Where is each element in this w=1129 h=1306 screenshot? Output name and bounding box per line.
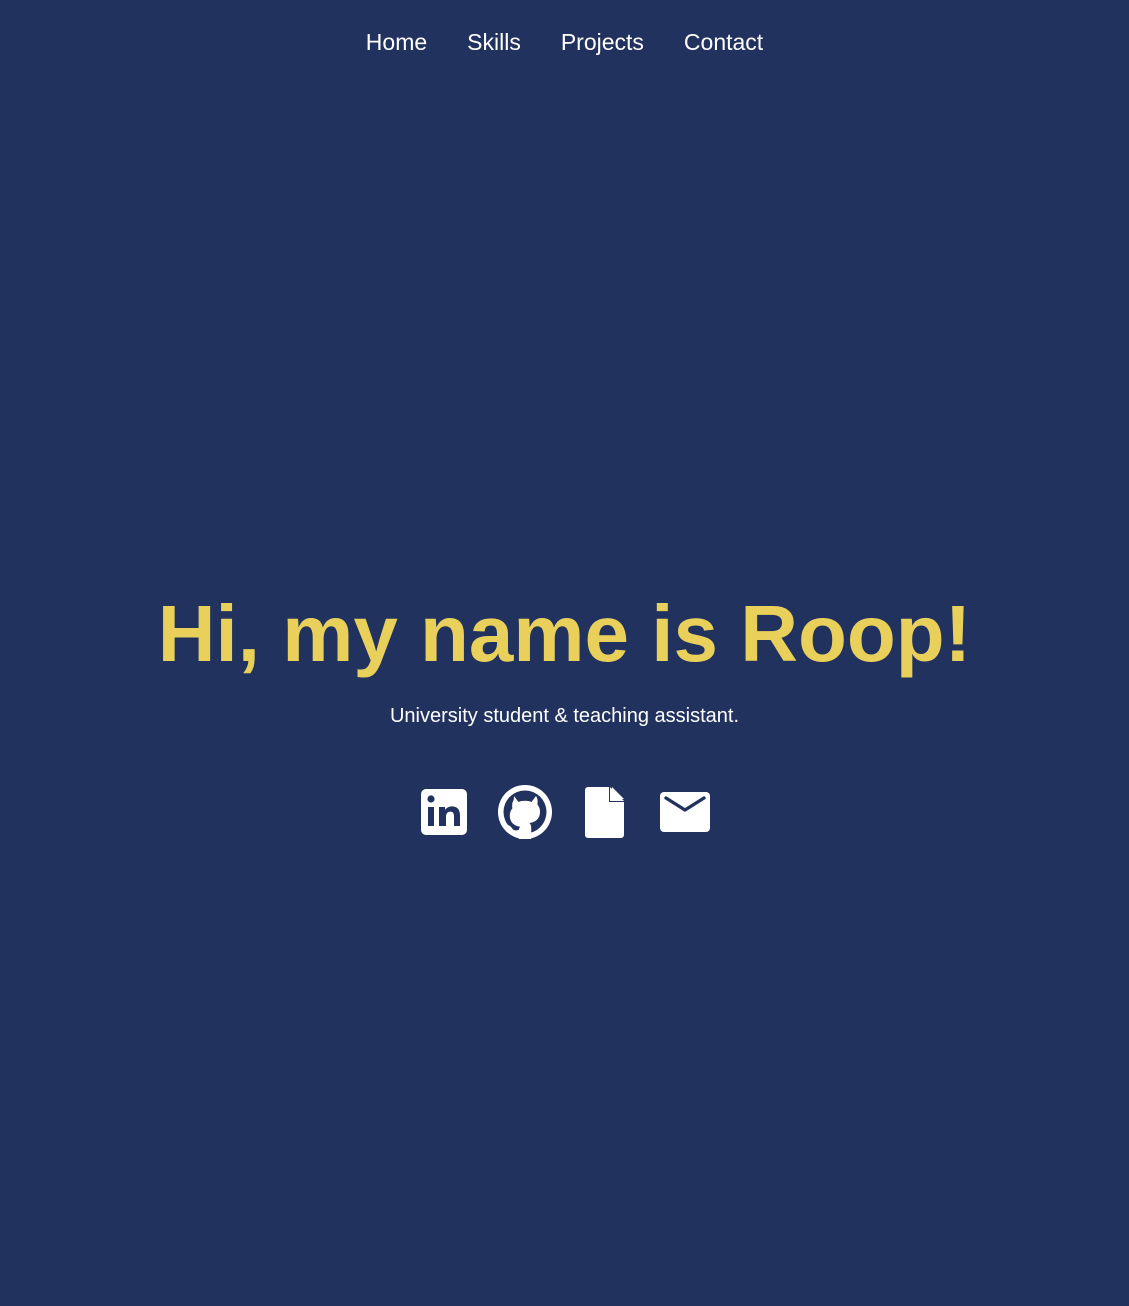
github-icon <box>497 785 552 839</box>
resume-link[interactable] <box>578 784 632 840</box>
nav-contact[interactable]: Contact <box>684 27 763 57</box>
linkedin-icon <box>420 789 467 835</box>
page: Home Skills Projects Contact Hi, my name… <box>0 0 1129 1306</box>
github-link[interactable] <box>497 784 552 840</box>
nav-projects[interactable]: Projects <box>561 27 644 57</box>
hero-subtitle: University student & teaching assistant. <box>389 705 740 727</box>
email-link[interactable] <box>658 784 712 840</box>
linkedin-link[interactable] <box>418 784 472 840</box>
top-nav: Home Skills Projects Contact <box>0 27 1129 57</box>
hero-section: Hi, my name is Roop! University student … <box>0 586 1129 730</box>
social-links <box>0 784 1129 840</box>
hero-title: Hi, my name is Roop! <box>157 589 972 678</box>
document-icon <box>584 787 624 838</box>
nav-home[interactable]: Home <box>366 27 427 57</box>
mail-icon <box>659 792 710 832</box>
nav-skills[interactable]: Skills <box>467 27 521 57</box>
